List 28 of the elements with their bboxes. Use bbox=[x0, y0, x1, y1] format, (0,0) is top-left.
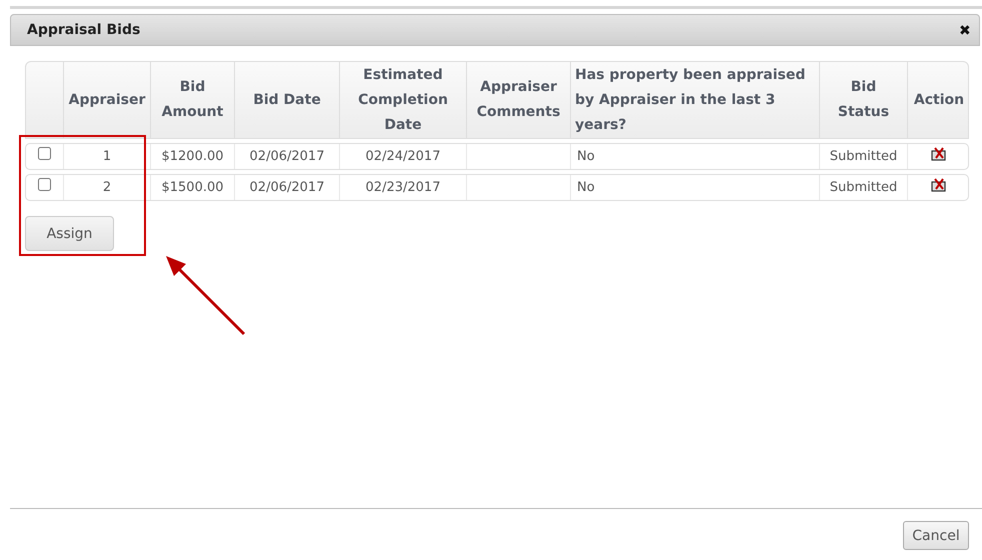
column-header: Appraiser bbox=[68, 90, 146, 110]
table-cell: 02/06/2017 bbox=[234, 144, 339, 169]
dialog-title: Appraisal Bids bbox=[27, 22, 140, 38]
table-cell: 1 bbox=[63, 144, 150, 169]
delete-icon[interactable] bbox=[931, 147, 947, 161]
table-cell: 02/06/2017 bbox=[234, 175, 339, 200]
column-header: Estimated Completion Date bbox=[357, 66, 449, 134]
column-header: Bid Date bbox=[253, 90, 321, 110]
close-button[interactable]: ✖ bbox=[959, 22, 971, 38]
column-header: Bid Status bbox=[836, 78, 890, 122]
table-cell: No bbox=[570, 175, 819, 200]
table-cell: Submitted bbox=[819, 144, 907, 169]
table-cell: Submitted bbox=[819, 175, 907, 200]
cancel-button[interactable]: Cancel bbox=[903, 521, 969, 550]
table-cell: 2 bbox=[63, 175, 150, 200]
column-header: Has property been appraised by Appraiser in the last 3 years? bbox=[575, 66, 806, 134]
row-checkbox[interactable] bbox=[38, 147, 51, 160]
column-header: Bid Amount bbox=[160, 78, 224, 122]
row-checkbox[interactable] bbox=[38, 178, 51, 191]
table-cell: 02/24/2017 bbox=[339, 144, 466, 169]
assign-button[interactable]: Assign bbox=[25, 216, 114, 251]
column-header: Action bbox=[914, 90, 964, 110]
delete-icon[interactable] bbox=[931, 178, 947, 192]
table-cell: $1500.00 bbox=[150, 175, 234, 200]
column-header: Appraiser Comments bbox=[476, 78, 562, 122]
table-cell: $1200.00 bbox=[150, 144, 234, 169]
table-cell: No bbox=[570, 144, 819, 169]
table-cell: 02/23/2017 bbox=[339, 175, 466, 200]
